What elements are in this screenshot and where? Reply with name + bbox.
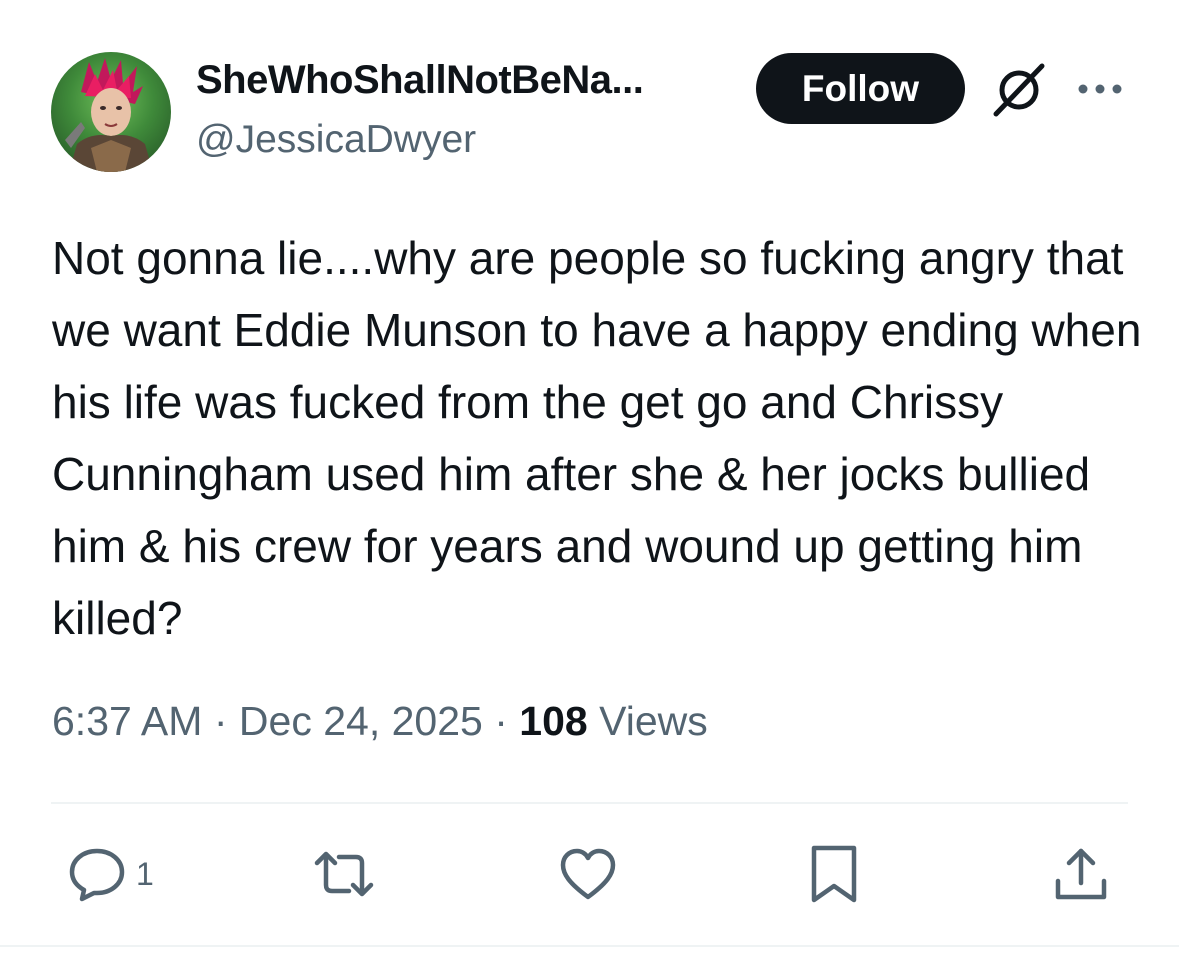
separator-dot: ·: [213, 698, 228, 744]
like-button[interactable]: [557, 842, 619, 906]
reply-count: 1: [136, 855, 154, 892]
bookmark-button[interactable]: [805, 842, 863, 906]
bottom-divider: [0, 945, 1179, 947]
retweet-button[interactable]: [309, 842, 379, 906]
bookmark-icon: [811, 845, 857, 903]
more-options-icon[interactable]: [1075, 75, 1125, 103]
retweet-icon: [314, 851, 374, 897]
reply-button[interactable]: 1: [66, 842, 154, 906]
reply-icon: [69, 848, 125, 902]
user-handle[interactable]: @JessicaDwyer: [196, 118, 476, 162]
grok-icon[interactable]: [990, 60, 1048, 118]
views-label: Views: [599, 698, 708, 744]
like-icon: [560, 848, 616, 900]
tweet-date[interactable]: Dec 24, 2025: [239, 698, 483, 744]
avatar[interactable]: [51, 52, 171, 172]
follow-button[interactable]: Follow: [756, 53, 965, 124]
display-name[interactable]: SheWhoShallNotBeNa...: [196, 58, 644, 103]
tweet-text: Not gonna lie....why are people so fucki…: [52, 232, 1155, 644]
tweet-meta: 6:37 AM · Dec 24, 2025 · 108 Views: [52, 698, 708, 745]
share-button[interactable]: [1050, 842, 1112, 906]
tweet-time[interactable]: 6:37 AM: [52, 698, 202, 744]
tweet-card: SheWhoShallNotBeNa... @JessicaDwyer Foll…: [0, 0, 1179, 959]
separator-dot: ·: [494, 698, 508, 744]
share-icon: [1055, 848, 1107, 900]
divider: [51, 802, 1128, 804]
views-count[interactable]: 108: [519, 698, 587, 744]
avatar-image: [65, 58, 153, 172]
